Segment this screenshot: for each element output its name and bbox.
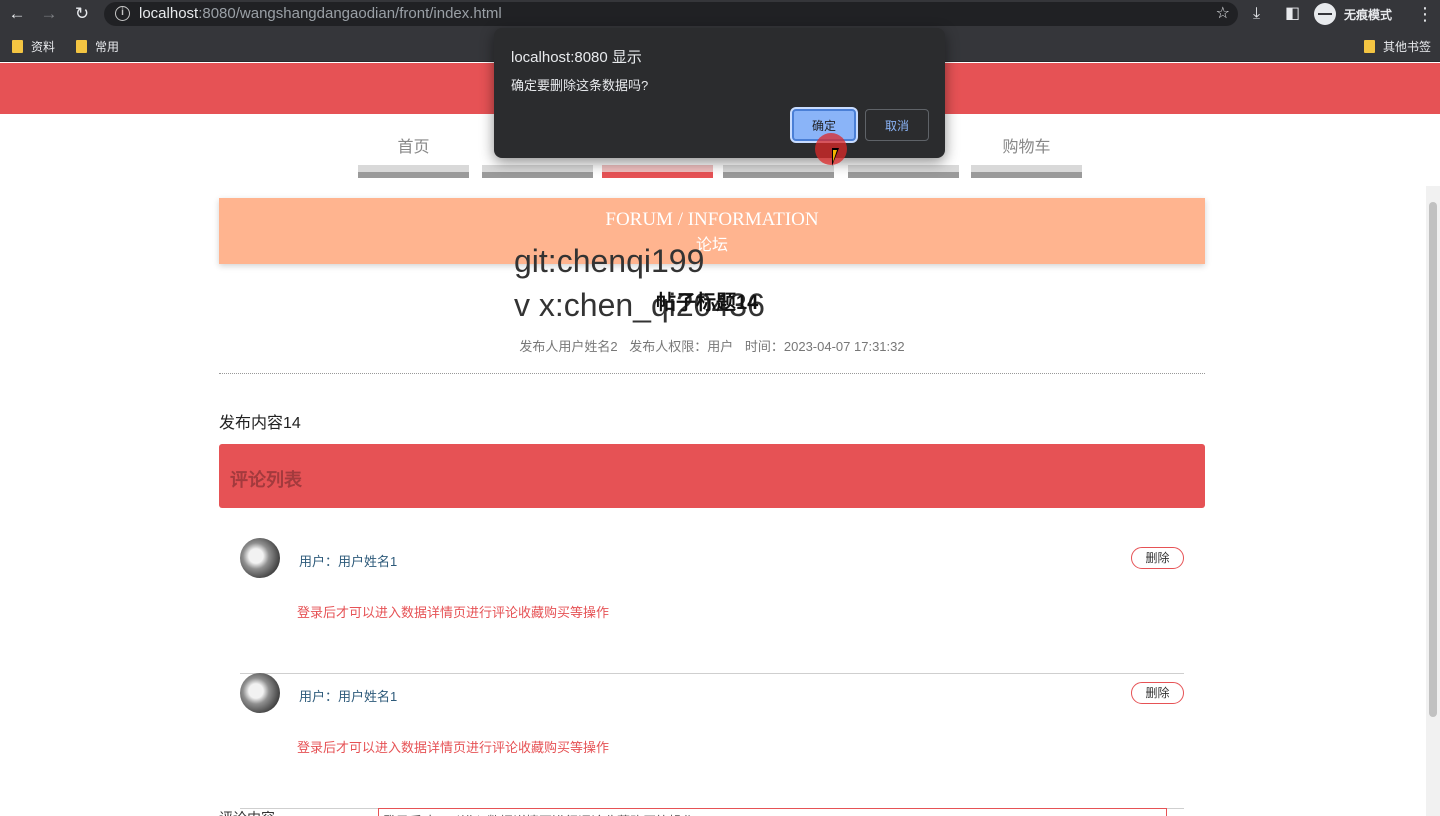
- comment-text: 登录后才可以进入数据详情页进行评论收藏购买等操作: [297, 605, 610, 620]
- watermark-line-1: git:chenqi199: [514, 243, 705, 279]
- post-content: 发布内容14: [219, 415, 301, 432]
- kebab-menu-icon[interactable]: ⋮: [1416, 3, 1434, 25]
- bookmark-changyong[interactable]: 常用: [76, 38, 119, 55]
- forward-arrow-icon[interactable]: →: [38, 3, 60, 25]
- dialog-title: localhost:8080 显示: [511, 49, 642, 66]
- sidebar-icon[interactable]: ◧: [1285, 3, 1300, 25]
- comment-textarea[interactable]: 登录后才可以进入数据详情页进行评论收藏购买等操作: [378, 808, 1167, 816]
- folder-icon: [76, 40, 87, 53]
- comments-header: 评论列表: [219, 444, 1205, 508]
- nav-underline: [358, 165, 469, 178]
- scrollbar-thumb[interactable]: [1429, 202, 1437, 717]
- confirm-cancel-button[interactable]: 取消: [865, 109, 929, 141]
- address-bar[interactable]: i localhost:8080/wangshangdangaodian/fro…: [104, 2, 1238, 26]
- info-icon[interactable]: i: [115, 6, 130, 21]
- avatar: [240, 673, 280, 713]
- nav-underline: [723, 165, 834, 178]
- browser-toolbar: ← → ↻ i localhost:8080/wangshangdangaodi…: [0, 0, 1440, 28]
- comment-user: 用户：用户姓名1: [299, 689, 398, 704]
- incognito-label[interactable]: 无痕模式: [1344, 6, 1392, 23]
- comment-item: 用户：用户姓名1 删除 登录后才可以进入数据详情页进行评论收藏购买等操作: [240, 538, 1184, 674]
- banner-title-en: FORUM / INFORMATION: [605, 209, 819, 230]
- comment-form-label: 评论内容: [219, 808, 275, 816]
- avatar: [240, 538, 280, 578]
- delete-comment-button[interactable]: 删除: [1131, 547, 1184, 569]
- post-title: 帖子标题14: [656, 292, 759, 314]
- post-role: 发布人权限：用户: [629, 339, 734, 354]
- post-meta: 发布人用户姓名2 发布人权限：用户 时间：2023-04-07 17:31:32: [219, 336, 1205, 355]
- folder-icon: [12, 40, 23, 53]
- star-icon[interactable]: ☆: [1216, 3, 1230, 23]
- post-author: 发布人用户姓名2: [519, 339, 618, 354]
- banner-title-zh: 论坛: [695, 237, 728, 254]
- comments-header-label: 评论列表: [230, 470, 302, 490]
- nav-underline: [848, 165, 959, 178]
- nav-underline: [482, 165, 593, 178]
- bookmark-ziliao[interactable]: 资料: [12, 38, 55, 55]
- url-text[interactable]: localhost:8080/wangshangdangaodian/front…: [139, 5, 502, 22]
- nav-underline: [971, 165, 1082, 178]
- delete-comment-button[interactable]: 删除: [1131, 682, 1184, 704]
- folder-icon: [1364, 40, 1375, 53]
- divider: [219, 373, 1205, 374]
- nav-home[interactable]: 首页: [358, 136, 469, 178]
- mouse-cursor-icon: [832, 148, 839, 166]
- section-banner: FORUM / INFORMATION 论坛: [219, 198, 1205, 264]
- post-time: 时间：2023-04-07 17:31:32: [744, 339, 905, 354]
- comment-item: 用户：用户姓名1 删除 登录后才可以进入数据详情页进行评论收藏购买等操作: [240, 673, 1184, 809]
- click-indicator: [815, 133, 847, 165]
- comment-text: 登录后才可以进入数据详情页进行评论收藏购买等操作: [297, 740, 610, 755]
- incognito-icon[interactable]: [1314, 3, 1336, 25]
- other-bookmarks[interactable]: 其他书签: [1364, 38, 1431, 55]
- nav-underline-active: [602, 165, 713, 178]
- reload-icon[interactable]: ↻: [71, 3, 93, 25]
- page-scrollbar[interactable]: [1426, 186, 1440, 816]
- nav-cart[interactable]: 购物车: [971, 136, 1082, 178]
- dialog-message: 确定要删除这条数据吗?: [511, 78, 649, 93]
- comment-user: 用户：用户姓名1: [299, 554, 398, 569]
- back-arrow-icon[interactable]: ←: [6, 3, 28, 25]
- download-icon[interactable]: ⤓: [1253, 3, 1260, 25]
- confirm-dialog: localhost:8080 显示 确定要删除这条数据吗? 确定 取消: [494, 28, 945, 158]
